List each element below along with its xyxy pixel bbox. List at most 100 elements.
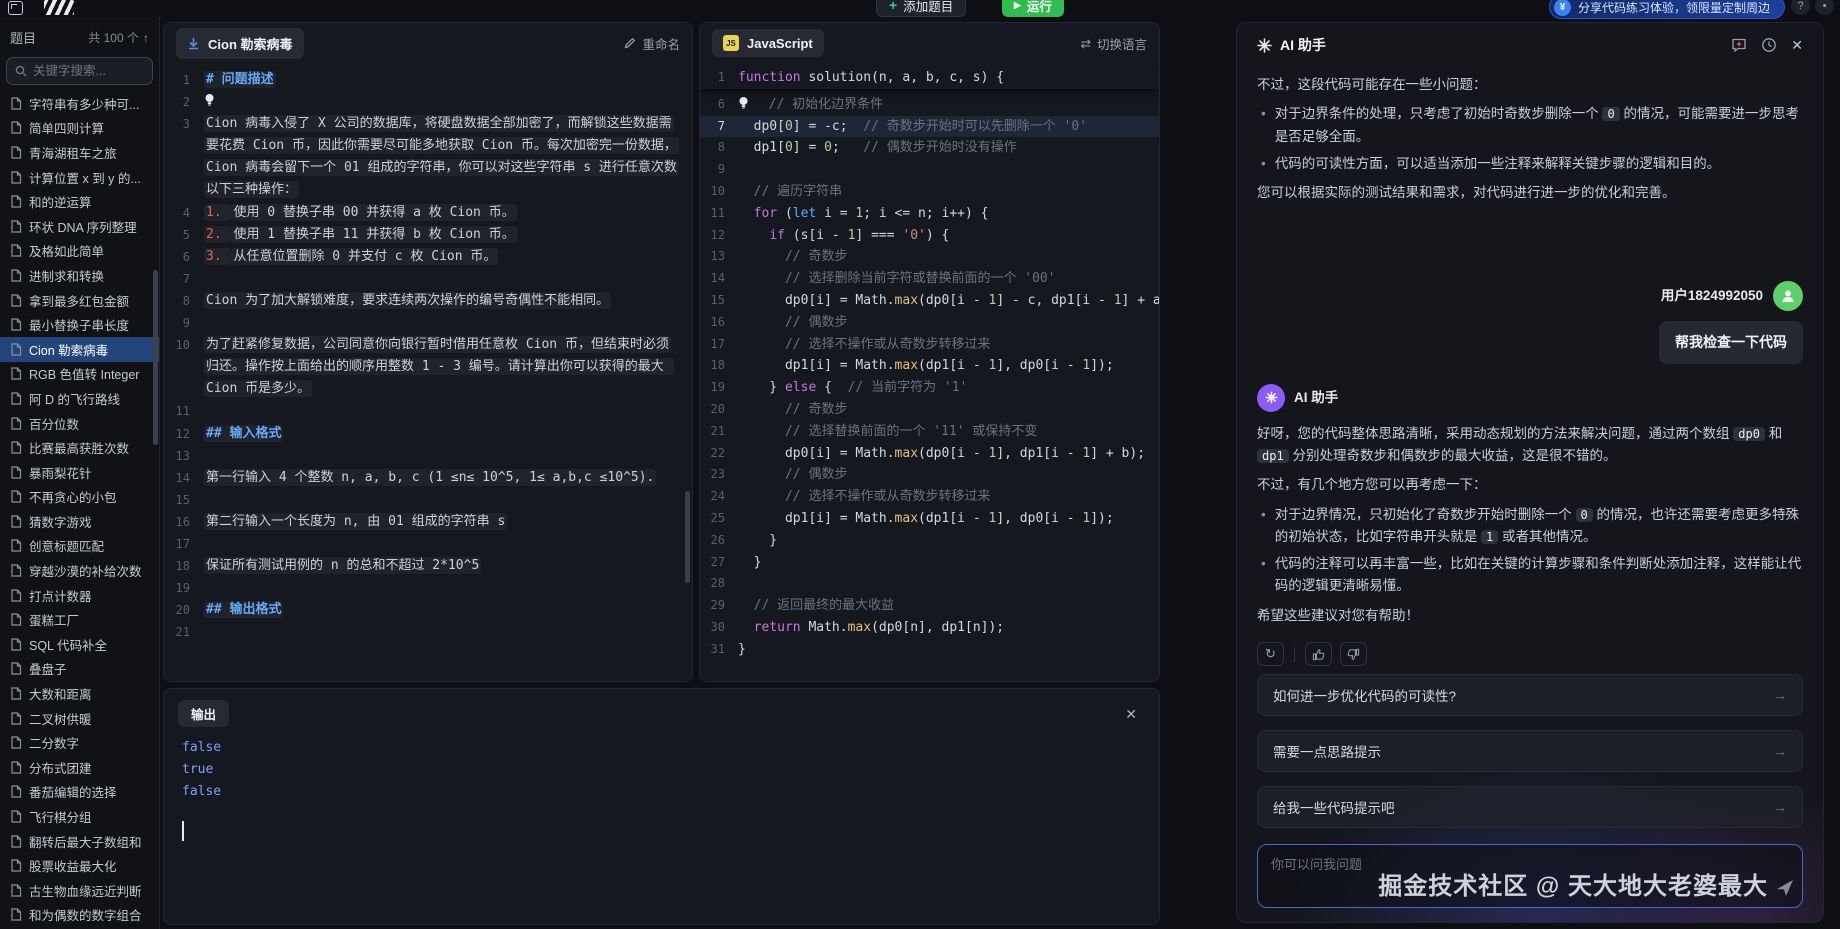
ai-bullet-item: •对于边界情况，只初始化了奇数步开始时删除一个 0 的情况，也许还需要考虑更多特… [1261,504,1803,549]
code-editor[interactable]: 1function solution(n, a, b, c, s) {6 // … [700,63,1159,661]
sidebar-item[interactable]: 二叉树供暖 [0,706,159,731]
sidebar-item[interactable]: 翻转后最大子数组和 [0,829,159,854]
sidebar-item-label: 和的逆运算 [29,192,92,211]
sidebar-item[interactable]: 二分数字 [0,730,159,755]
document-icon [10,490,22,503]
document-icon [10,318,22,331]
desc-line: 21 [164,621,692,643]
history-icon[interactable] [1761,37,1777,53]
chat-input[interactable]: 你可以问我问题 掘金技术社区 @ 天大地大老婆最大 [1257,844,1803,908]
window-icon[interactable] [8,1,23,15]
sidebar-item[interactable]: 和的逆运算 [0,189,159,214]
promo-banner[interactable]: ¥ 分享代码练习体验，领限量定制周边 [1549,0,1785,19]
desc-line: 52. 使用 1 替换子串 11 并获得 b 枚 Cion 币。 [164,224,692,246]
document-icon [10,294,22,307]
sidebar-item-label: Cion 勒索病毒 [29,340,108,359]
ai-avatar [1257,384,1285,412]
sidebar-item[interactable]: 青海湖租车之旅 [0,140,159,165]
suggested-prompt[interactable]: 给我一些代码提示吧→ [1257,786,1803,828]
search-input[interactable] [33,64,144,78]
desc-line: 16第二行输入一个长度为 n, 由 01 组成的字符串 s [164,511,692,533]
sidebar-item[interactable]: 古生物血缘远近判断 [0,878,159,903]
problem-description-editor[interactable]: 1# 问题描述23Cion 病毒入侵了 X 公司的数据库，将硬盘数据全部加密了，… [164,63,692,643]
sidebar-item[interactable]: 打点计数器 [0,583,159,608]
ai-paragraph: 希望这些建议对您有帮助！ [1257,605,1803,627]
suggested-prompt[interactable]: 需要一点思路提示→ [1257,730,1803,772]
desc-line: 2 [164,91,692,113]
ai-paragraph: 不过，这段代码可能存在一些小问题： [1257,74,1803,96]
sidebar-item-label: 进制求和转换 [29,266,104,285]
sidebar-item[interactable]: 比赛最高获胜次数 [0,435,159,460]
suggested-prompt[interactable]: 如何进一步优化代码的可读性?→ [1257,674,1803,716]
document-icon [10,367,22,380]
ai-message-earlier: 不过，这段代码可能存在一些小问题：•对于边界条件的处理，只考虑了初始时奇数步删除… [1257,67,1803,211]
document-icon [10,539,22,552]
send-icon[interactable] [1776,879,1794,897]
run-button[interactable]: ▶ 运行 [1002,0,1064,17]
document-icon [10,417,22,430]
output-value: false [182,737,1159,759]
sidebar-item[interactable]: 番茄编辑的选择 [0,780,159,805]
code-line: 27 } [700,552,1159,574]
sidebar-item[interactable]: 创意标题匹配 [0,534,159,559]
close-output-icon[interactable]: ✕ [1125,707,1137,721]
thumbs-up-icon[interactable] [1305,642,1332,666]
juejin-logo-icon[interactable] [44,0,74,15]
top-bar: + 添加题目 ▶ 运行 ¥ 分享代码练习体验，领限量定制周边 ? • [0,0,1840,17]
sidebar-scrollbar[interactable] [153,270,158,445]
code-line: 9 [700,159,1159,181]
sidebar-item[interactable]: 穿越沙漠的补给次数 [0,558,159,583]
sidebar-item[interactable]: 暴雨梨花针 [0,460,159,485]
ai-paragraph: 不过，有几个地方您可以再考虑一下： [1257,474,1803,496]
sidebar-item[interactable]: 计算位置 x 到 y 的... [0,165,159,190]
help-icon[interactable]: ? [1791,0,1810,15]
sidebar-item-label: RGB 色值转 Integer [29,364,139,383]
sidebar-item[interactable]: 不再贪心的小包 [0,485,159,510]
close-ai-panel-icon[interactable]: ✕ [1791,37,1803,54]
sidebar-item[interactable]: 叠盘子 [0,657,159,682]
sidebar-item[interactable]: 分布式团建 [0,755,159,780]
sidebar-item[interactable]: 和为偶数的数字组合 [0,903,159,928]
regenerate-icon[interactable]: ↻ [1257,642,1284,666]
sidebar-item[interactable]: 简单四则计算 [0,116,159,141]
community-watermark: 掘金技术社区 @ 天大地大老婆最大 [1378,866,1768,901]
add-problem-button[interactable]: + 添加题目 [876,0,966,17]
new-chat-icon[interactable] [1731,37,1747,53]
sidebar-item[interactable]: 蛋糕工厂 [0,607,159,632]
sidebar-item[interactable]: 拿到最多红包金额 [0,288,159,313]
sidebar-item[interactable]: RGB 色值转 Integer [0,362,159,387]
output-tab[interactable]: 输出 [178,700,229,727]
search-box[interactable] [6,57,153,85]
sidebar-item[interactable]: 大数和距离 [0,681,159,706]
desc-line: 14第一行输入 4 个整数 n, a, b, c (1 ≤n≤ 10^5, 1≤… [164,467,692,489]
language-tab[interactable]: JS JavaScript [712,29,824,57]
document-icon [10,220,22,233]
sidebar-item-label: 青海湖租车之旅 [29,143,117,162]
sidebar-item[interactable]: 阿 D 的飞行路线 [0,386,159,411]
sidebar-item[interactable]: 环状 DNA 序列整理 [0,214,159,239]
sidebar-item[interactable]: 最小替换子串长度 [0,312,159,337]
sidebar-item[interactable]: 飞行棋分组 [0,804,159,829]
search-icon [15,65,27,77]
description-scrollbar[interactable] [685,491,690,583]
sidebar-item[interactable]: 猜数字游戏 [0,509,159,534]
thumbs-down-icon[interactable] [1340,642,1367,666]
collapse-up-icon[interactable]: ↑ [143,31,149,45]
sidebar-item[interactable]: 股票收益最大化 [0,853,159,878]
sidebar-item-label: 百分位数 [29,414,79,433]
sidebar-item[interactable]: 字符串有多少种可... [0,91,159,116]
sidebar-item[interactable]: 百分位数 [0,411,159,436]
desc-line: 41. 使用 0 替换子串 00 并获得 a 枚 Cion 币。 [164,202,692,224]
sidebar-item[interactable]: 及格如此简单 [0,239,159,264]
output-console: falsetruefalse [164,731,1159,803]
problem-count: 共 100 个 [88,29,139,46]
desc-line: 1# 问题描述 [164,69,692,91]
switch-language-button[interactable]: ⇄ 切换语言 [1081,34,1148,53]
sidebar-item[interactable]: SQL 代码补全 [0,632,159,657]
sidebar-item[interactable]: 进制求和转换 [0,263,159,288]
sidebar-item[interactable]: Cion 勒索病毒 [0,337,159,362]
problem-tab[interactable]: Cion 勒索病毒 [176,28,304,59]
document-icon [10,589,22,602]
notification-icon[interactable]: • [1815,0,1834,15]
rename-button[interactable]: 重命名 [624,34,680,53]
